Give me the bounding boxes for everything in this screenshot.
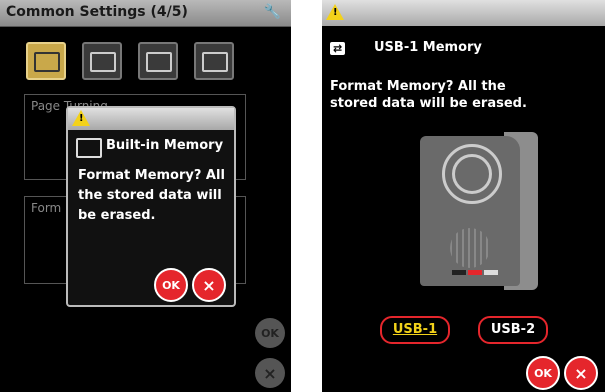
common-settings-screen: Common Settings (4/5) 🔧 Page Turning For…: [0, 0, 291, 392]
cancel-button[interactable]: ×: [192, 268, 226, 302]
usb-port-1: [452, 270, 466, 275]
usb-icon: ⇄: [330, 42, 346, 55]
usb-format-screen: ! ⇄ USB-1 Memory Format Memory? All the …: [322, 0, 605, 392]
tab-memory[interactable]: [26, 42, 66, 80]
usb-port-2: [484, 270, 498, 275]
warning-bar: !: [322, 0, 605, 26]
dialog-header: !: [68, 108, 234, 130]
page-title: Common Settings (4/5): [6, 4, 188, 20]
ok-button[interactable]: OK: [526, 356, 560, 390]
format-label: Form: [31, 201, 62, 215]
transfer-tab-icon: [146, 52, 172, 72]
sewing-machine-illustration: [420, 136, 520, 286]
format-message: Format Memory? All the stored data will …: [330, 79, 527, 111]
title-bar: Common Settings (4/5) 🔧: [0, 0, 291, 27]
machine-dial-inner: [452, 154, 492, 194]
memory-tab-icon: [34, 52, 60, 72]
warning-triangle-icon: !: [72, 110, 90, 126]
format-dialog: ! Built-in Memory Format Memory? All the…: [66, 106, 236, 307]
wrench-icon: 🔧: [263, 4, 281, 20]
dialog-message: Format Memory? All the stored data will …: [78, 168, 225, 223]
tab-format[interactable]: [82, 42, 122, 80]
dialog-title: Built-in Memory: [106, 138, 224, 153]
ok-button[interactable]: OK: [154, 268, 188, 302]
usb-port-active: [468, 270, 482, 275]
machine-vent: [450, 228, 490, 268]
usb-2-button[interactable]: USB-2: [478, 316, 548, 344]
tab-transfer[interactable]: [138, 42, 178, 80]
flag-tab-icon: [202, 52, 228, 72]
cancel-button[interactable]: ×: [564, 356, 598, 390]
built-in-memory-icon: [76, 138, 102, 158]
settings-tabs: [26, 42, 266, 82]
side-ok-button[interactable]: OK: [255, 318, 285, 348]
warning-triangle-icon: !: [326, 4, 344, 20]
usb-1-button[interactable]: USB-1: [380, 316, 450, 344]
side-cancel-button[interactable]: ×: [255, 358, 285, 388]
tab-flag[interactable]: [194, 42, 234, 80]
format-tab-icon: [90, 52, 116, 72]
device-title: USB-1 Memory: [374, 40, 482, 55]
